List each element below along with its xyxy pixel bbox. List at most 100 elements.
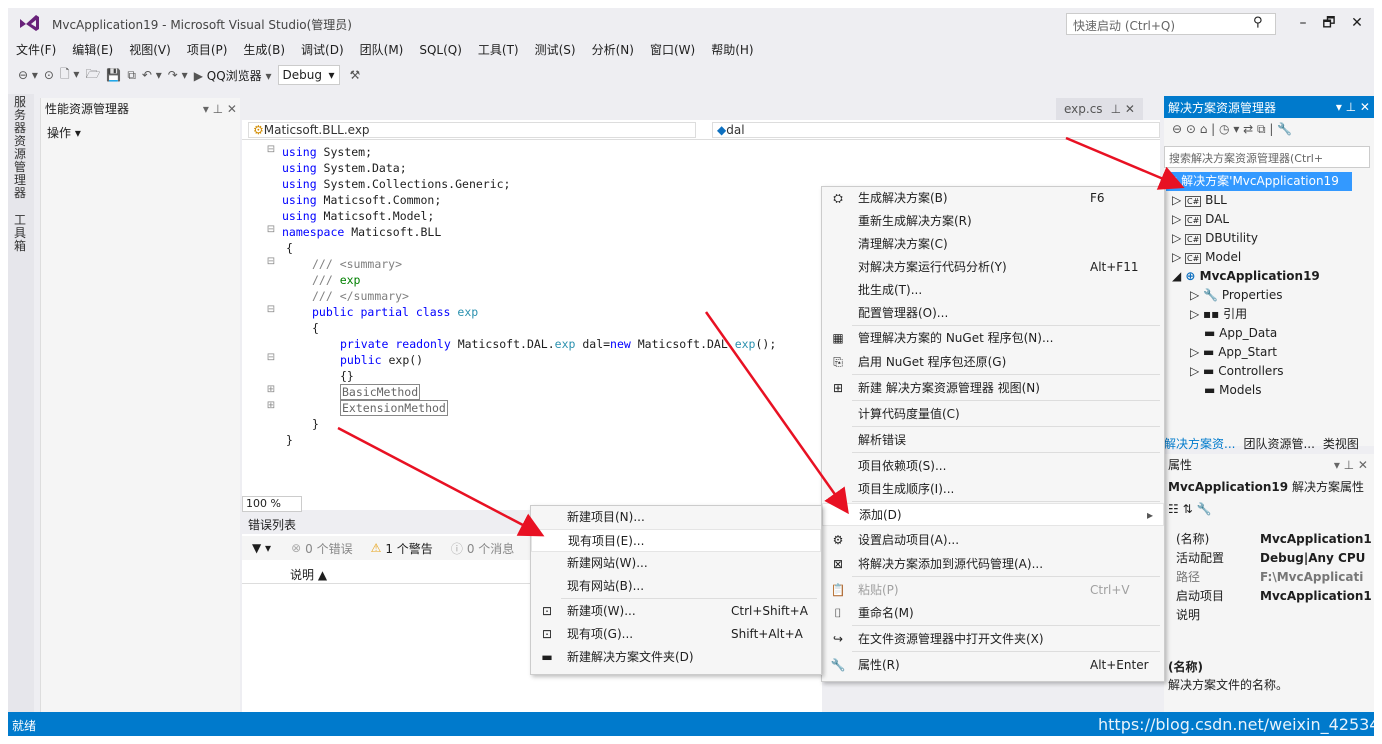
menu-item-existing-website[interactable]: 现有网站(B)... xyxy=(531,575,821,598)
close-button[interactable]: ✕ xyxy=(1344,12,1370,34)
tree-item-mvcapplication19[interactable]: ◢ ⊕ MvcApplication19 xyxy=(1172,267,1320,286)
menu-item-code-analysis[interactable]: 对解决方案运行代码分析(Y) Alt+F11 xyxy=(822,256,1164,279)
collapsed-region-basicmethod[interactable]: BasicMethod xyxy=(340,384,421,400)
menu-window[interactable]: 窗口(W) xyxy=(642,40,703,60)
solution-search-input[interactable]: 搜索解决方案资源管理器(Ctrl+ xyxy=(1164,146,1370,168)
menu-tools[interactable]: 工具(T) xyxy=(470,40,527,60)
collapse-icon[interactable]: ⊟ xyxy=(266,224,276,235)
tree-item-controllers[interactable]: ▷ ▬ Controllers xyxy=(1190,362,1284,381)
zoom-dropdown[interactable]: 100 % xyxy=(242,496,302,512)
menu-item-clean-solution[interactable]: 清理解决方案(C) xyxy=(822,233,1164,256)
menu-team[interactable]: 团队(M) xyxy=(352,40,412,60)
perf-operations-menu[interactable]: 操作 ▾ xyxy=(47,124,81,141)
menu-test[interactable]: 测试(S) xyxy=(527,40,584,60)
menu-item-add[interactable]: 添加(D) ▸ xyxy=(822,503,1164,526)
minimize-button[interactable]: – xyxy=(1290,12,1316,34)
menu-item-existing-item[interactable]: ⊡ 现有项(G)... Shift+Alt+A xyxy=(531,623,821,646)
menu-item-add-to-source-control[interactable]: ⊠ 将解决方案添加到源代码管理(A)... xyxy=(822,553,1164,576)
undo-icon[interactable]: ↶ ▾ xyxy=(142,68,162,82)
tree-item-models[interactable]: ▬ Models xyxy=(1204,381,1261,400)
forward-icon[interactable]: ⊙ xyxy=(44,68,54,82)
property-row[interactable]: 说明 xyxy=(1168,606,1368,625)
close-icon[interactable]: ⊥ ✕ xyxy=(1111,102,1135,116)
menu-item-paste[interactable]: 📋 粘贴(P) Ctrl+V xyxy=(822,579,1164,602)
menu-item-project-dependencies[interactable]: 项目依赖项(S)... xyxy=(822,455,1164,478)
expand-icon[interactable]: ⊞ xyxy=(266,384,276,395)
collapse-icon[interactable]: ⊟ xyxy=(266,352,276,363)
tab-exp-cs[interactable]: exp.cs ⊥ ✕ xyxy=(1056,98,1143,120)
member-navigation-dropdown[interactable]: ◆dal xyxy=(712,122,1160,138)
menu-view[interactable]: 视图(V) xyxy=(121,40,179,60)
panel-pin-icon[interactable]: ▾ ⊥ ✕ xyxy=(1336,100,1370,114)
menu-item-new-project[interactable]: 新建项目(N)... xyxy=(531,506,821,529)
find-icon[interactable]: ⚒ xyxy=(350,68,361,82)
panel-pin-icon[interactable]: ▾ ⊥ ✕ xyxy=(1334,458,1368,472)
collapse-icon[interactable]: ⊟ xyxy=(266,304,276,315)
back-icon[interactable]: ⊖ ▾ xyxy=(18,68,38,82)
solution-config-select[interactable]: Debug ▾ xyxy=(277,65,340,85)
menu-build[interactable]: 生成(B) xyxy=(235,40,293,60)
tab-server-explorer[interactable]: 服务器资源管理器 xyxy=(14,96,28,200)
menu-item-project-build-order[interactable]: 项目生成顺序(I)... xyxy=(822,478,1164,501)
tree-item-dbutility[interactable]: ▷ C# DBUtility xyxy=(1172,229,1258,249)
save-all-icon[interactable]: ⧉ xyxy=(127,68,136,83)
menu-item-rebuild-solution[interactable]: 重新生成解决方案(R) xyxy=(822,210,1164,233)
property-row[interactable]: (名称) MvcApplication1 xyxy=(1168,530,1372,549)
property-row[interactable]: 路径 F:\MvcApplicati xyxy=(1168,568,1368,587)
menu-debug[interactable]: 调试(D) xyxy=(293,40,352,60)
restore-button[interactable]: 🗗 xyxy=(1316,12,1342,34)
menu-file[interactable]: 文件(F) xyxy=(8,40,64,60)
tree-item-properties[interactable]: ▷ 🔧 Properties xyxy=(1190,286,1282,305)
open-icon[interactable]: 🗁 xyxy=(85,65,100,86)
search-icon[interactable]: ⚲ xyxy=(1253,15,1263,30)
menu-item-config-manager[interactable]: 配置管理器(O)... xyxy=(822,302,1164,325)
menu-item-properties[interactable]: 🔧 属性(R) Alt+Enter xyxy=(822,654,1164,677)
redo-icon[interactable]: ↷ ▾ xyxy=(168,68,188,82)
filter-icon[interactable]: ▼ ▾ xyxy=(252,541,271,555)
tab-toolbox[interactable]: 工具箱 xyxy=(14,214,28,254)
collapse-icon[interactable]: ⊟ xyxy=(266,144,276,155)
menu-item-build-solution[interactable]: ⛭ 生成解决方案(B) F6 xyxy=(822,187,1164,210)
menu-item-open-in-explorer[interactable]: ↪ 在文件资源管理器中打开文件夹(X) xyxy=(822,628,1164,651)
start-debugging-button[interactable]: ▶ QQ浏览器 ▾ xyxy=(194,67,272,84)
menu-item-batch-build[interactable]: 批生成(T)... xyxy=(822,279,1164,302)
new-project-icon[interactable]: 🗋 ▾ xyxy=(60,65,80,86)
collapse-icon[interactable]: ⊟ xyxy=(266,256,276,267)
collapsed-region-extensionmethod[interactable]: ExtensionMethod xyxy=(340,400,448,416)
property-row[interactable]: 活动配置 Debug|Any CPU xyxy=(1168,549,1368,568)
menu-item-new-website[interactable]: 新建网站(W)... xyxy=(531,552,821,575)
tree-item-app-start[interactable]: ▷ ▬ App_Start xyxy=(1190,343,1277,362)
menu-help[interactable]: 帮助(H) xyxy=(703,40,761,60)
panel-pin-icon[interactable]: ▾ ⊥ ✕ xyxy=(203,102,237,116)
menu-item-existing-project[interactable]: 现有项目(E)... xyxy=(531,529,821,552)
warnings-toggle[interactable]: 1 个警告 xyxy=(385,540,432,557)
menu-project[interactable]: 项目(P) xyxy=(179,40,236,60)
save-icon[interactable]: 💾 xyxy=(106,68,121,82)
menu-item-set-startup[interactable]: ⚙ 设置启动项目(A)... xyxy=(822,529,1164,552)
menu-analyze[interactable]: 分析(N) xyxy=(584,40,642,60)
menu-item-rename[interactable]: ⌷ 重命名(M) xyxy=(822,602,1164,625)
solution-root-node[interactable]: ▣ 解决方案'MvcApplication19 xyxy=(1166,172,1352,191)
menu-item-new-explorer-view[interactable]: ⊞ 新建 解决方案资源管理器 视图(N) xyxy=(822,377,1164,400)
menu-item-enable-nuget-restore[interactable]: ⎘ 启用 NuGet 程序包还原(G) xyxy=(822,351,1164,374)
menu-item-new-item[interactable]: ⊡ 新建项(W)... Ctrl+Shift+A xyxy=(531,600,821,623)
menu-sql[interactable]: SQL(Q) xyxy=(411,40,470,60)
menu-item-code-metrics[interactable]: 计算代码度量值(C) xyxy=(822,403,1164,426)
menu-item-manage-nuget[interactable]: ▦ 管理解决方案的 NuGet 程序包(N)... xyxy=(822,327,1164,350)
tree-item-references[interactable]: ▷ ▪▪ 引用 xyxy=(1190,305,1247,324)
messages-toggle[interactable]: 0 个消息 xyxy=(467,540,514,557)
quick-launch-input[interactable]: 快速启动 (Ctrl+Q) xyxy=(1066,13,1276,35)
menu-item-new-solution-folder[interactable]: ▬ 新建解决方案文件夹(D) xyxy=(531,646,821,669)
expand-icon[interactable]: ⊞ xyxy=(266,400,276,411)
menu-edit[interactable]: 编辑(E) xyxy=(64,40,121,60)
tab-solution-explorer[interactable]: 解决方案资... xyxy=(1164,435,1235,452)
tree-item-bll[interactable]: ▷ C# BLL xyxy=(1172,191,1227,211)
tab-class-view[interactable]: 类视图 xyxy=(1323,435,1359,452)
type-navigation-dropdown[interactable]: ⚙Maticsoft.BLL.exp xyxy=(248,122,696,138)
tree-item-dal[interactable]: ▷ C# DAL xyxy=(1172,210,1229,230)
menu-item-resolve-errors[interactable]: 解析错误 xyxy=(822,429,1164,452)
property-row[interactable]: 启动项目 MvcApplication1 xyxy=(1168,587,1372,606)
properties-object-selector[interactable]: MvcApplication19 解决方案属性 xyxy=(1168,478,1364,495)
tab-team-explorer[interactable]: 团队资源管... xyxy=(1243,435,1314,452)
tree-item-model[interactable]: ▷ C# Model xyxy=(1172,248,1241,268)
